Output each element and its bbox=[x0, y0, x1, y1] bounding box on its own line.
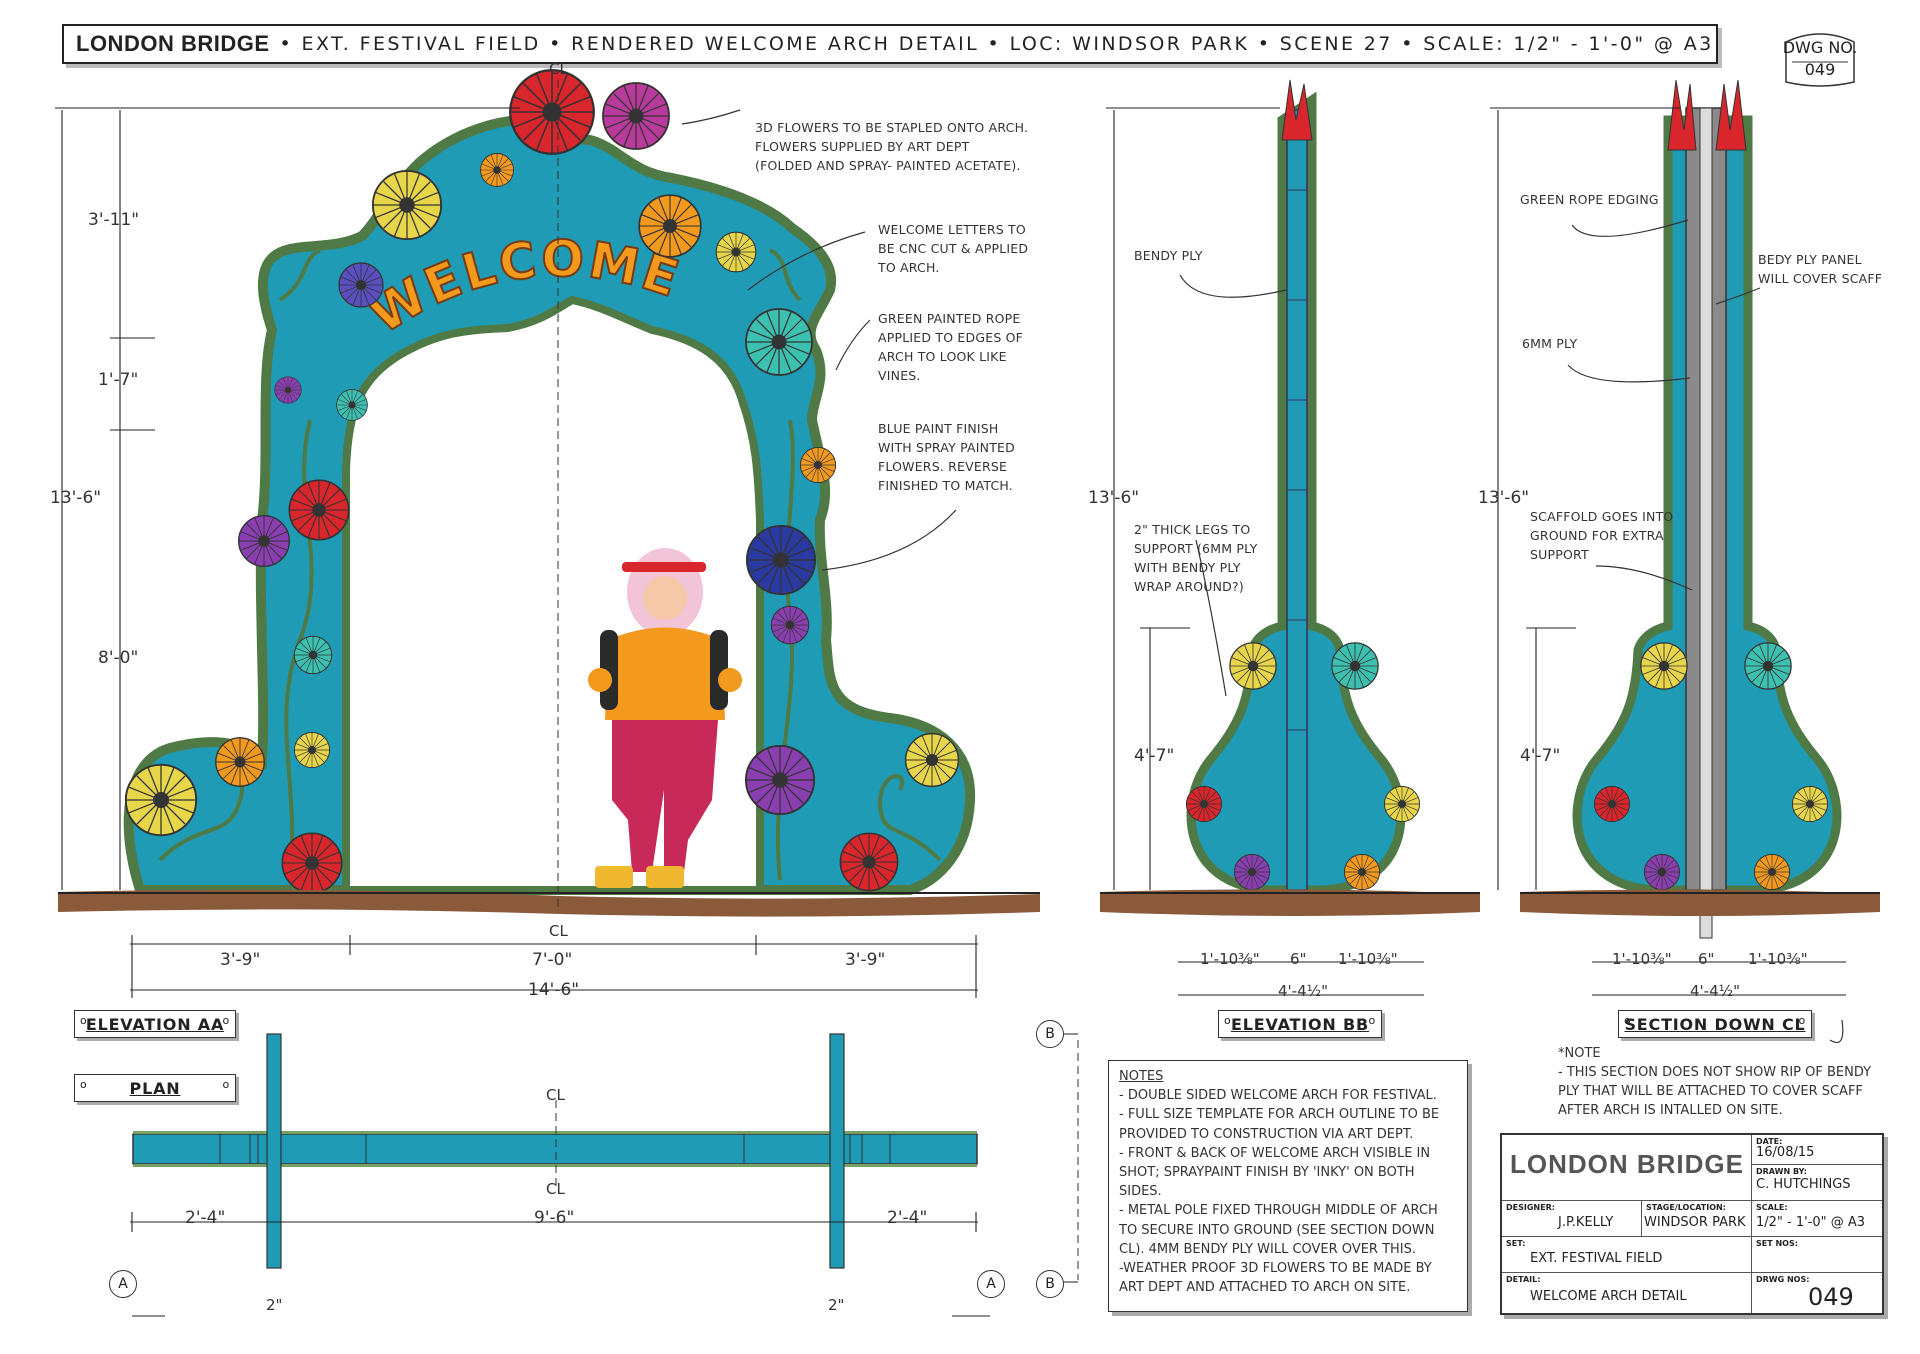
dim-8-0: 8'-0" bbox=[98, 648, 139, 668]
note-item: - METAL POLE FIXED THROUGH MIDDLE OF ARC… bbox=[1119, 1203, 1438, 1257]
dim-3-9-right: 3'-9" bbox=[845, 950, 886, 970]
section-marker-b-top: B bbox=[1036, 1020, 1064, 1048]
tb-set-label: SET: bbox=[1506, 1239, 1526, 1248]
tb-location: WINDSOR PARK bbox=[1644, 1215, 1746, 1230]
tb-scale-cell: SCALE: 1/2" - 1'-0" @ A3 bbox=[1752, 1201, 1882, 1237]
bb-dim-13-6: 13'-6" bbox=[1088, 488, 1140, 508]
tb-project: LONDON BRIDGE bbox=[1510, 1149, 1744, 1179]
tb-project-cell: LONDON BRIDGE bbox=[1502, 1135, 1752, 1201]
bb-dim-mid: 6" bbox=[1290, 950, 1307, 968]
tb-drawn-by: C. HUTCHINGS bbox=[1756, 1177, 1851, 1192]
tb-drawn-label: DRAWN BY: bbox=[1756, 1167, 1807, 1176]
cl-label-top: CL bbox=[549, 60, 568, 78]
cl-dim-13-6: 13'-6" bbox=[1478, 488, 1530, 508]
title-elevation-aa: ELEVATION AA bbox=[74, 1010, 236, 1038]
note-item: -WEATHER PROOF 3D FLOWERS TO BE MADE BY … bbox=[1119, 1261, 1432, 1296]
bb-dim-left: 1'-10⅜" bbox=[1200, 950, 1260, 968]
dim-14-6: 14'-6" bbox=[528, 980, 580, 1000]
note-thick-legs: 2" THICK LEGS TO SUPPORT (6MM PLY WITH B… bbox=[1134, 522, 1258, 594]
cl-label-plan-top: CL bbox=[546, 1086, 565, 1104]
section-marker-b-bottom: B bbox=[1036, 1270, 1064, 1298]
dim-3-11: 3'-11" bbox=[88, 210, 140, 230]
cl-dim-right: 1'-10⅜" bbox=[1748, 950, 1808, 968]
dim-1-7: 1'-7" bbox=[98, 370, 139, 390]
note-blue-paint: BLUE PAINT FINISH WITH SPRAY PAINTED FLO… bbox=[878, 421, 1015, 493]
tb-drwg: 049 bbox=[1808, 1283, 1854, 1311]
note-bedy-ply-panel: BEDY PLY PANEL WILL COVER SCAFF bbox=[1758, 252, 1883, 286]
tb-designer: J.P.KELLY bbox=[1558, 1215, 1614, 1230]
note-6mm-ply: 6MM PLY bbox=[1522, 336, 1578, 351]
plan-dim-2-right: 2" bbox=[828, 1296, 845, 1314]
title-section-cl: SECTION DOWN CL bbox=[1618, 1010, 1812, 1038]
tb-designer-cell: DESIGNER: J.P.KELLY bbox=[1502, 1201, 1642, 1237]
section-marker-a-right: A bbox=[977, 1270, 1005, 1298]
cl-dim-4-7: 4'-7" bbox=[1520, 746, 1561, 766]
tb-scale-label: SCALE: bbox=[1756, 1203, 1788, 1212]
cl-label-plan-bottom: CL bbox=[546, 1180, 565, 1198]
tb-location-cell: STAGE/LOCATION: WINDSOR PARK bbox=[1642, 1201, 1752, 1237]
tb-date: 16/08/15 bbox=[1756, 1145, 1815, 1160]
tb-setnos-cell: SET NOS: bbox=[1752, 1237, 1882, 1273]
note-green-rope-edging: GREEN ROPE EDGING bbox=[1520, 192, 1659, 207]
tb-scale: 1/2" - 1'-0" @ A3 bbox=[1756, 1215, 1866, 1230]
plan-dim-2-left: 2" bbox=[266, 1296, 283, 1314]
section-marker-a-left: A bbox=[109, 1270, 137, 1298]
note-item: - DOUBLE SIDED WELCOME ARCH FOR FESTIVAL… bbox=[1119, 1088, 1437, 1104]
note-bendy-ply: BENDY PLY bbox=[1134, 248, 1203, 263]
dim-13-6: 13'-6" bbox=[50, 488, 102, 508]
cl-dim-mid: 6" bbox=[1698, 950, 1715, 968]
plan-dim-left: 2'-4" bbox=[185, 1208, 226, 1228]
tb-drwg-cell: DRWG NOS: 049 bbox=[1752, 1273, 1882, 1313]
tb-date-cell: DATE: 16/08/15 bbox=[1752, 1135, 1882, 1165]
dim-3-9-left: 3'-9" bbox=[220, 950, 261, 970]
tb-detail-label: DETAIL: bbox=[1506, 1275, 1541, 1284]
tb-setnos-label: SET NOS: bbox=[1756, 1239, 1798, 1248]
plan-drawing bbox=[132, 1033, 978, 1269]
notes-box: NOTES - DOUBLE SIDED WELCOME ARCH FOR FE… bbox=[1108, 1060, 1468, 1312]
section-footnote: *NOTE - THIS SECTION DOES NOT SHOW RIP O… bbox=[1558, 1046, 1872, 1118]
bb-dim-right: 1'-10⅜" bbox=[1338, 950, 1398, 968]
cl-label-bottom: CL bbox=[549, 922, 568, 940]
tb-detail-cell: DETAIL: WELCOME ARCH DETAIL bbox=[1502, 1273, 1752, 1313]
title-block: LONDON BRIDGE DATE: 16/08/15 DRAWN BY: C… bbox=[1500, 1133, 1884, 1315]
bb-dim-4-7: 4'-7" bbox=[1134, 746, 1175, 766]
title-plan: PLAN bbox=[74, 1074, 236, 1102]
note-item: - FRONT & BACK OF WELCOME ARCH VISIBLE I… bbox=[1119, 1145, 1431, 1200]
drawing-sheet: LONDON BRIDGE • EXT. FESTIVAL FIELD • RE… bbox=[0, 0, 1920, 1354]
tb-set: EXT. FESTIVAL FIELD bbox=[1530, 1251, 1663, 1266]
note-scaffold: SCAFFOLD GOES INTO GROUND FOR EXTRA SUPP… bbox=[1530, 509, 1674, 562]
note-green-rope: GREEN PAINTED ROPE APPLIED TO EDGES OF A… bbox=[878, 311, 1024, 383]
notes-heading: NOTES bbox=[1119, 1069, 1164, 1084]
tb-drawn-cell: DRAWN BY: C. HUTCHINGS bbox=[1752, 1165, 1882, 1201]
title-elevation-bb: ELEVATION BB bbox=[1218, 1010, 1382, 1038]
elevation-bb-drawing bbox=[1100, 79, 1480, 916]
tb-detail: WELCOME ARCH DETAIL bbox=[1530, 1289, 1687, 1304]
dim-7-0: 7'-0" bbox=[532, 950, 573, 970]
cl-dim-left: 1'-10⅜" bbox=[1612, 950, 1672, 968]
tb-drwgnos-label: DRWG NOS: bbox=[1756, 1275, 1810, 1284]
note-item: - FULL SIZE TEMPLATE FOR ARCH OUTLINE TO… bbox=[1119, 1107, 1440, 1142]
cl-dim-total: 4'-4½" bbox=[1690, 982, 1741, 1000]
plan-dim-mid: 9'-6" bbox=[534, 1208, 575, 1228]
tb-location-label: STAGE/LOCATION: bbox=[1646, 1203, 1726, 1212]
tb-set-cell: SET: EXT. FESTIVAL FIELD bbox=[1502, 1237, 1752, 1273]
tb-designer-label: DESIGNER: bbox=[1506, 1203, 1555, 1212]
plan-dim-right: 2'-4" bbox=[887, 1208, 928, 1228]
bb-dim-total: 4'-4½" bbox=[1278, 982, 1329, 1000]
note-3d-flowers: 3D FLOWERS TO BE STAPLED ONTO ARCH. FLOW… bbox=[755, 120, 1029, 173]
note-welcome-letters: WELCOME LETTERS TO BE CNC CUT & APPLIED … bbox=[878, 222, 1029, 275]
